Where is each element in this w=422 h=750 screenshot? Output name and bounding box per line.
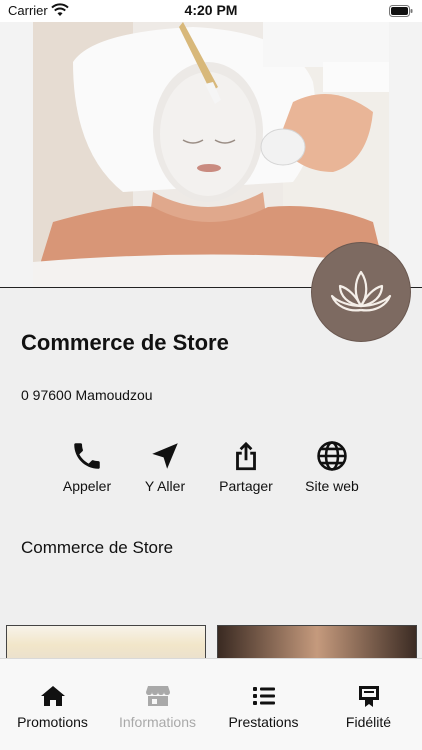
status-time: 4:20 PM bbox=[184, 2, 238, 18]
tab-prestations[interactable]: Prestations bbox=[211, 683, 316, 730]
list-icon bbox=[252, 687, 275, 705]
battery-icon bbox=[389, 5, 413, 17]
store-name: Commerce de Store bbox=[21, 330, 229, 355]
navigation-arrow-icon bbox=[152, 443, 178, 469]
home-icon bbox=[40, 686, 65, 706]
call-button[interactable]: Appeler bbox=[46, 438, 128, 494]
share-icon bbox=[236, 441, 256, 471]
status-bar: Carrier 4:20 PM bbox=[0, 0, 422, 22]
call-label: Appeler bbox=[62, 478, 112, 494]
hero-image bbox=[33, 22, 389, 287]
website-button[interactable]: Site web bbox=[291, 438, 373, 494]
tab-informations-label: Informations bbox=[118, 714, 197, 730]
globe-icon bbox=[317, 441, 347, 471]
store-icon bbox=[145, 686, 170, 706]
lotus-icon bbox=[330, 270, 392, 312]
tab-prestations-label: Prestations bbox=[228, 714, 299, 730]
tab-fidelite[interactable]: Fidélité bbox=[316, 683, 421, 730]
action-row: Appeler Y Aller Partager Site web bbox=[46, 438, 386, 498]
share-label: Partager bbox=[219, 478, 273, 494]
directions-button[interactable]: Y Aller bbox=[124, 438, 206, 494]
store-address: 0 97600 Mamoudzou bbox=[21, 387, 153, 403]
loyalty-card-icon bbox=[358, 686, 379, 707]
tab-promotions-label: Promotions bbox=[17, 714, 88, 730]
website-label: Site web bbox=[305, 478, 359, 494]
tab-bar: Promotions Informations Prestations Fidé… bbox=[0, 658, 422, 750]
directions-label: Y Aller bbox=[144, 478, 186, 494]
tab-promotions[interactable]: Promotions bbox=[0, 683, 105, 730]
tab-fidelite-label: Fidélité bbox=[345, 714, 392, 730]
share-button[interactable]: Partager bbox=[205, 438, 287, 494]
section-title: Commerce de Store bbox=[21, 538, 174, 557]
phone-icon bbox=[74, 443, 100, 469]
store-logo bbox=[311, 242, 411, 342]
tab-informations[interactable]: Informations bbox=[105, 683, 210, 730]
